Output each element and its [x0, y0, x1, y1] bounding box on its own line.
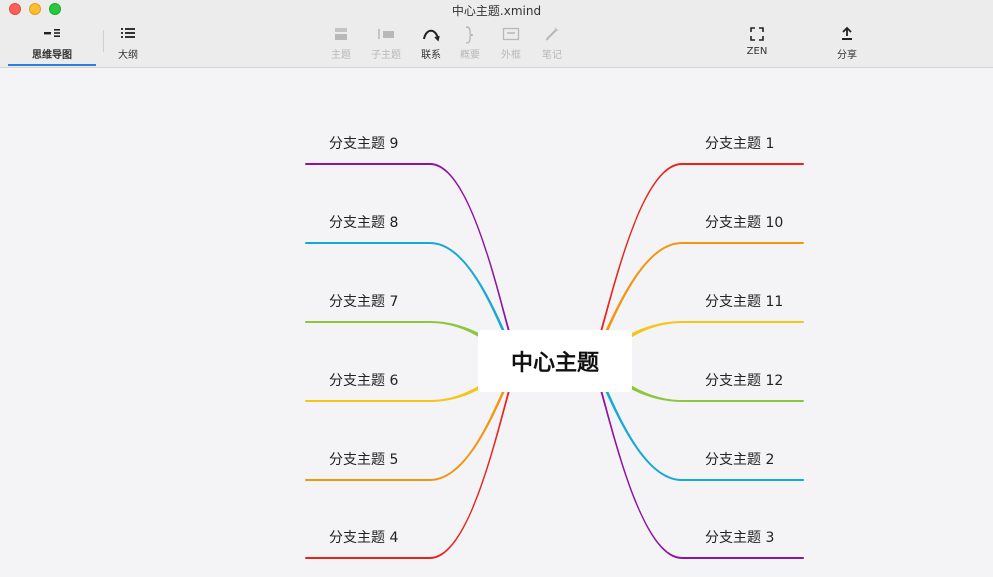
view-divider — [103, 30, 104, 52]
branch-topic[interactable]: 分支主题 2 — [705, 449, 774, 469]
note-button[interactable]: 笔记 — [537, 26, 567, 61]
branch-topic[interactable]: 分支主题 5 — [329, 449, 398, 469]
boundary-icon — [496, 26, 526, 44]
relationship-icon — [416, 26, 446, 44]
title-bar: 中心主题.xmind 思维导图 大纲 主题 子主题 联系 概要 外框 笔记 ZE… — [0, 0, 993, 68]
note-pen-icon — [537, 26, 567, 44]
summary-brace-icon — [455, 26, 485, 44]
branch-topic[interactable]: 分支主题 11 — [705, 291, 783, 311]
central-topic[interactable]: 中心主题 — [478, 330, 632, 392]
branch-topic[interactable]: 分支主题 3 — [705, 527, 774, 547]
branch-topic[interactable]: 分支主题 10 — [705, 212, 783, 232]
outline-view-icon — [110, 26, 146, 44]
branch-topic[interactable]: 分支主题 9 — [329, 133, 398, 153]
zen-focus-icon — [740, 26, 774, 44]
window-title: 中心主题.xmind — [451, 4, 542, 18]
branch-topic[interactable]: 分支主题 12 — [705, 370, 783, 390]
topic-icon — [326, 26, 356, 44]
view-tab-mindmap[interactable]: 思维导图 — [20, 26, 84, 61]
view-tab-outline[interactable]: 大纲 — [110, 26, 146, 61]
relationship-button[interactable]: 联系 — [416, 26, 446, 61]
branch-topic[interactable]: 分支主题 1 — [705, 133, 774, 153]
branch-topic[interactable]: 分支主题 7 — [329, 291, 398, 311]
branch-topic[interactable]: 分支主题 8 — [329, 212, 398, 232]
branch-topic[interactable]: 分支主题 6 — [329, 370, 398, 390]
active-view-indicator — [8, 64, 96, 66]
topic-button[interactable]: 主题 — [326, 26, 356, 61]
share-upload-icon — [832, 26, 862, 44]
branch-connectors — [305, 163, 804, 559]
subtopic-button[interactable]: 子主题 — [365, 26, 407, 61]
branch-topic[interactable]: 分支主题 4 — [329, 527, 398, 547]
boundary-button[interactable]: 外框 — [496, 26, 526, 61]
mindmap-view-icon — [20, 26, 84, 44]
zen-button[interactable]: ZEN — [740, 26, 774, 57]
summary-button[interactable]: 概要 — [455, 26, 485, 61]
share-button[interactable]: 分享 — [832, 26, 862, 61]
subtopic-icon — [365, 26, 407, 44]
